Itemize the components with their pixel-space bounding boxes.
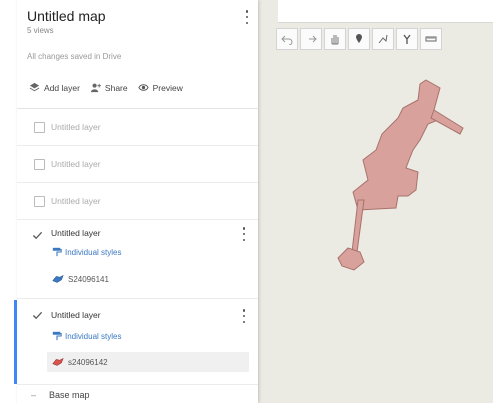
style-label: Individual styles — [65, 331, 122, 341]
data-label: s24096142 — [68, 357, 108, 367]
parcel-polygon[interactable] — [352, 79, 441, 211]
layer-name[interactable]: Untitled layer — [51, 196, 101, 206]
map-shapes — [337, 79, 464, 271]
data-label: S24096141 — [68, 274, 109, 284]
paint-roller-icon — [52, 331, 62, 341]
polygon-data-icon — [52, 275, 64, 283]
layer-item[interactable]: Untitled layer — [17, 109, 258, 146]
parcel-arm-polygon[interactable] — [430, 109, 464, 135]
map-canvas[interactable] — [258, 0, 493, 403]
map-title[interactable]: Untitled map — [27, 8, 106, 24]
layer-name[interactable]: Untitled layer — [51, 122, 101, 132]
layer-visibility-checkbox[interactable] — [32, 228, 43, 240]
layer-name[interactable]: Untitled layer — [51, 228, 101, 238]
layer-name[interactable]: Untitled layer — [51, 159, 101, 169]
add-layer-button[interactable]: Add layer — [29, 82, 80, 93]
preview-button[interactable]: Preview — [138, 82, 183, 93]
layer-visibility-checkbox[interactable] — [32, 308, 43, 320]
layer-style-link[interactable]: Individual styles — [52, 247, 121, 257]
paint-roller-icon — [52, 247, 62, 257]
layer-data-item[interactable]: S24096141 — [52, 274, 109, 284]
layer-options-icon[interactable] — [239, 226, 249, 242]
layer-item[interactable]: Untitled layer — [17, 183, 258, 220]
checkmark-icon — [32, 231, 43, 240]
panel-header: Untitled map 5 views All changes saved i… — [17, 0, 258, 109]
layer-item[interactable]: Untitled layer — [17, 146, 258, 183]
map-options-icon[interactable] — [242, 9, 252, 25]
map-views-count: 5 views — [27, 26, 54, 35]
add-layer-label: Add layer — [44, 82, 80, 93]
layer-name[interactable]: Untitled layer — [51, 310, 101, 320]
save-status: All changes saved in Drive — [27, 52, 122, 61]
share-button[interactable]: Share — [90, 82, 128, 93]
layer-visibility-checkbox[interactable] — [34, 159, 45, 170]
base-map-label: Base map — [49, 390, 90, 400]
layers-panel: Untitled map 5 views All changes saved i… — [14, 0, 258, 403]
share-label: Share — [104, 82, 128, 93]
layer-options-icon[interactable] — [239, 308, 249, 324]
eye-icon — [138, 84, 149, 91]
layer-item[interactable]: Untitled layer Individual styles S240961… — [17, 220, 258, 299]
polygon-data-icon — [52, 358, 64, 366]
collapse-icon[interactable]: – — [31, 390, 36, 400]
panel-actions: Add layer Share Preview — [29, 82, 193, 93]
parcel-tip-polygon[interactable] — [337, 247, 365, 271]
layer-item-selected[interactable]: Untitled layer Individual styles s240961… — [14, 300, 258, 385]
layer-visibility-checkbox[interactable] — [34, 196, 45, 207]
checkmark-icon — [32, 311, 43, 320]
layers-icon — [29, 82, 40, 92]
layer-data-item[interactable]: s24096142 — [52, 357, 108, 367]
style-label: Individual styles — [65, 247, 122, 257]
add-person-icon — [90, 83, 101, 93]
preview-label: Preview — [152, 82, 183, 93]
base-map-row[interactable]: – Base map — [17, 388, 258, 403]
layer-style-link[interactable]: Individual styles — [52, 331, 121, 341]
layer-visibility-checkbox[interactable] — [34, 122, 45, 133]
selection-indicator — [14, 300, 17, 384]
parcel-strip-polygon[interactable] — [351, 199, 365, 253]
